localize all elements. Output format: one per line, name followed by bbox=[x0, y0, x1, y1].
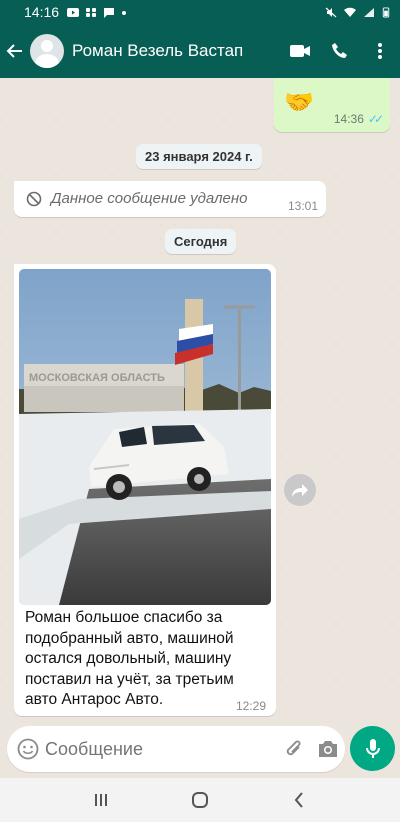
deleted-text: Данное сообщение удалено bbox=[51, 190, 248, 207]
system-nav-bar bbox=[0, 778, 400, 822]
read-ticks-icon: ✓✓ bbox=[367, 112, 384, 126]
mic-icon bbox=[365, 738, 380, 758]
message-time: 12:29 bbox=[235, 699, 266, 713]
message-photo[interactable]: МОСКОВСКАЯ ОБЛАСТЬ bbox=[19, 269, 271, 605]
chat-notification-icon bbox=[104, 7, 115, 18]
handshake-icon: 🤝 bbox=[284, 89, 314, 116]
date-separator: Сегодня bbox=[165, 229, 237, 254]
avatar[interactable] bbox=[30, 34, 64, 68]
photo-message[interactable]: МОСКОВСКАЯ ОБЛАСТЬ Роман большое спасибо… bbox=[14, 264, 276, 716]
home-icon bbox=[191, 792, 208, 808]
camera-button[interactable] bbox=[311, 739, 345, 759]
outgoing-message[interactable]: 🤝 14:36 ✓✓ bbox=[274, 78, 390, 132]
recents-icon bbox=[95, 794, 108, 806]
forward-icon bbox=[292, 484, 308, 497]
notification-icons bbox=[67, 7, 127, 18]
chat-area[interactable]: 🤝 14:36 ✓✓ 23 января 2024 г. Данное сооб… bbox=[0, 78, 400, 722]
message-caption: Роман большое спасибо за подобранный авт… bbox=[25, 609, 234, 708]
dot-icon bbox=[122, 10, 127, 15]
signal-icon bbox=[364, 7, 374, 17]
back-button[interactable] bbox=[0, 42, 30, 60]
message-time: 13:01 bbox=[287, 199, 318, 213]
back-arrow-icon bbox=[6, 44, 22, 58]
recents-button[interactable] bbox=[81, 785, 121, 815]
more-menu-button[interactable] bbox=[360, 42, 400, 60]
forward-button[interactable] bbox=[284, 474, 316, 506]
status-time: 14:16 bbox=[24, 4, 60, 20]
emoji-button[interactable] bbox=[11, 738, 45, 760]
home-button[interactable] bbox=[180, 785, 220, 815]
emoji-icon bbox=[17, 738, 39, 760]
slack-icon bbox=[86, 7, 97, 17]
phone-icon bbox=[332, 43, 347, 58]
message-input[interactable] bbox=[45, 738, 277, 760]
more-menu-icon bbox=[378, 43, 382, 59]
back-nav-icon bbox=[294, 792, 303, 808]
wifi-icon bbox=[344, 7, 356, 17]
photo-sign-text: МОСКОВСКАЯ ОБЛАСТЬ bbox=[29, 372, 165, 384]
video-call-icon bbox=[290, 45, 310, 57]
blocked-icon bbox=[26, 191, 42, 207]
message-meta: 14:36 ✓✓ bbox=[333, 112, 384, 126]
voice-message-button[interactable] bbox=[350, 726, 395, 771]
attach-button[interactable] bbox=[277, 738, 311, 760]
back-nav-button[interactable] bbox=[279, 785, 319, 815]
battery-icon bbox=[382, 6, 390, 18]
system-icons bbox=[325, 6, 390, 18]
attach-icon bbox=[286, 740, 301, 756]
contact-name[interactable]: Роман Везель Вастап bbox=[72, 41, 280, 61]
video-call-button[interactable] bbox=[280, 43, 320, 59]
deleted-message[interactable]: Данное сообщение удалено 13:01 bbox=[14, 181, 326, 217]
message-input-bar bbox=[7, 726, 345, 772]
message-time: 14:36 bbox=[333, 112, 364, 126]
camera-icon bbox=[319, 741, 337, 757]
status-bar: 14:16 bbox=[0, 0, 400, 24]
youtube-icon bbox=[67, 7, 80, 17]
mute-icon bbox=[325, 7, 337, 17]
date-separator: 23 января 2024 г. bbox=[136, 144, 262, 169]
voice-call-button[interactable] bbox=[320, 42, 360, 60]
chat-header: Роман Везель Вастап bbox=[0, 24, 400, 78]
